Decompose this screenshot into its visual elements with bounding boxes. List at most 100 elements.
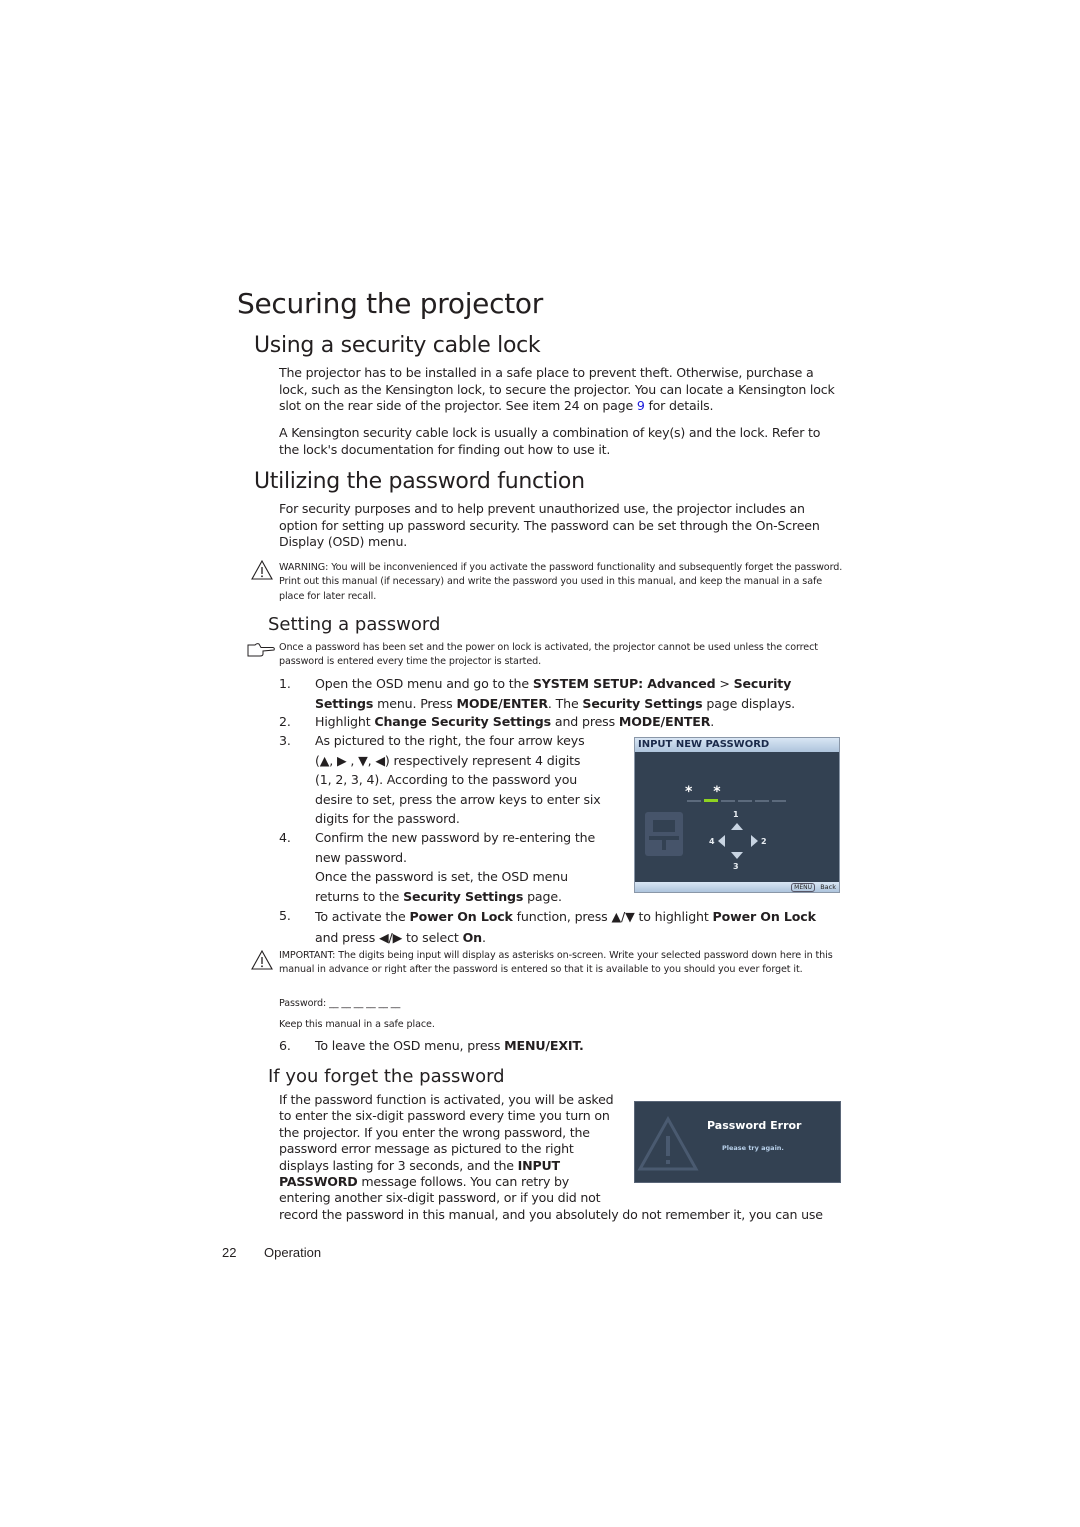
cable-lock-paragraph-2: A Kensington security cable lock is usua… (279, 425, 821, 457)
osd-footer: MENU Back (635, 882, 839, 892)
step-number: 2. (279, 714, 291, 729)
arrow-left-icon (718, 835, 725, 847)
text: To activate the (315, 909, 410, 924)
text-line: Once the password is set, the OSD menu (315, 869, 568, 884)
entered-digits: * * (685, 784, 729, 800)
step-5: 5. To activate the Power On Lock functio… (279, 906, 849, 948)
text-line: entering another six-digit password, or … (279, 1190, 601, 1206)
digit-slot (687, 800, 701, 802)
text-line: and press ◀/▶ to select On. (315, 927, 816, 948)
key-name: MODE/ENTER (618, 714, 711, 729)
error-title: Password Error (707, 1119, 802, 1132)
function-name: Power On Lock (409, 909, 513, 924)
osd-title: INPUT NEW PASSWORD (635, 738, 839, 752)
warning-note: WARNING: You will be inconvenienced if y… (279, 562, 843, 602)
step-1: 1. Open the OSD menu and go to the SYSTE… (279, 674, 849, 714)
step-6: 6. To leave the OSD menu, press MENU/EXI… (279, 1036, 849, 1056)
cable-lock-text: The projector has to be installed in a s… (279, 365, 835, 414)
step-text: Confirm the new password by re-entering … (315, 828, 595, 906)
page-9-link[interactable]: 9 (637, 398, 645, 413)
page-name: Security Settings (403, 888, 524, 904)
text-line: Confirm the new password by re-entering … (315, 830, 596, 845)
digit-slot (721, 800, 735, 802)
text: To leave the OSD menu, press (315, 1038, 505, 1053)
text: page displays. (702, 695, 796, 711)
menu-path: SYSTEM SETUP: Advanced (532, 676, 716, 691)
text: and press (551, 714, 619, 729)
text-line: digits for the password. (315, 811, 460, 826)
text: and press ◀/▶ to select (315, 930, 463, 945)
pointing-hand-icon (247, 643, 275, 657)
message-name: PASSWORD (279, 1174, 358, 1190)
arrow-up-icon (731, 823, 743, 830)
step-4: 4. Confirm the new password by re-enteri… (279, 828, 619, 908)
cable-lock-text-end: for details. (644, 398, 714, 414)
step-number: 4. (279, 830, 291, 845)
heading-setting-password: Setting a password (268, 614, 441, 635)
section-footer: Operation (264, 1245, 322, 1260)
step-number: 5. (279, 908, 291, 923)
text: . (481, 930, 486, 945)
digit-label-right: 2 (761, 837, 767, 846)
error-subtitle: Please try again. (722, 1144, 784, 1152)
text: . The (547, 695, 583, 711)
digit-label-left: 4 (709, 837, 715, 846)
warning-triangle-icon (637, 1116, 699, 1171)
key-name: MENU/EXIT. (504, 1038, 584, 1053)
step-3: 3. As pictured to the right, the four ar… (279, 731, 619, 831)
power-on-lock-note: Once a password has been set and the pow… (279, 642, 818, 668)
important-note: IMPORTANT: The digits being input will d… (279, 950, 833, 976)
digit-label-down: 3 (733, 862, 739, 871)
text: function, press ▲/▼ to highlight (512, 909, 713, 924)
option-value: On (462, 930, 483, 945)
digit-slot (738, 800, 752, 802)
text-line: To activate the Power On Lock function, … (315, 906, 816, 927)
text-line: record the password in this manual, and … (279, 1206, 823, 1222)
digit-label-up: 1 (733, 810, 739, 819)
step-text: As pictured to the right, the four arrow… (315, 731, 601, 829)
step-text: Open the OSD menu and go to the SYSTEM S… (315, 674, 850, 713)
page-number: 22 (222, 1245, 237, 1260)
heading-security-cable-lock: Using a security cable lock (254, 333, 541, 358)
text: returns to the (315, 888, 404, 904)
text: displays lasting for 3 seconds, and the (279, 1157, 518, 1173)
text-line: As pictured to the right, the four arrow… (315, 733, 585, 748)
keep-manual-note: Keep this manual in a safe place. (279, 1019, 435, 1030)
message-name: INPUT (517, 1157, 560, 1173)
osd-input-password-screenshot: INPUT NEW PASSWORD * * 1 4 2 3 MENU Back (634, 737, 840, 893)
step-text: To activate the Power On Lock function, … (315, 906, 816, 948)
text: menu. Press (373, 695, 457, 711)
lock-icon (645, 812, 683, 856)
heading-password-function: Utilizing the password function (254, 469, 585, 494)
page-name: Security Settings (582, 695, 703, 711)
function-name: Power On Lock (712, 909, 816, 924)
step-number: 1. (279, 676, 291, 691)
text-line: desire to set, press the arrow keys to e… (315, 791, 601, 807)
page-title: Securing the projector (237, 287, 543, 320)
digit-slot (772, 800, 786, 802)
menu-item: Change Security Settings (374, 714, 552, 729)
arrow-right-icon (751, 835, 758, 847)
step-number: 3. (279, 733, 291, 748)
menu-key-badge: MENU (791, 883, 815, 892)
step-text: Highlight Change Security Settings and p… (315, 712, 714, 732)
text-line: new password. (315, 849, 407, 865)
digit-slot (755, 800, 769, 802)
step-2: 2. Highlight Change Security Settings an… (279, 712, 849, 732)
step-text: To leave the OSD menu, press MENU/EXIT. (315, 1036, 584, 1056)
warning-triangle-icon (251, 560, 273, 580)
text: Highlight (315, 714, 375, 729)
text: . (710, 714, 715, 729)
text: message follows. You can retry by (357, 1174, 570, 1190)
back-label: Back (820, 883, 836, 891)
cable-lock-paragraph-1: The projector has to be installed in a s… (279, 365, 844, 415)
digit-slot-active (704, 799, 718, 802)
text: Open the OSD menu and go to the (315, 676, 533, 691)
warning-triangle-icon (251, 950, 273, 970)
text-line: (▲, ▶ , ▼, ◀) respectively represent 4 d… (315, 752, 581, 768)
text: page. (523, 888, 562, 904)
text-line: (1, 2, 3, 4). According to the password … (315, 772, 578, 787)
osd-password-error-screenshot: Password Error Please try again. (634, 1101, 841, 1183)
key-name: MODE/ENTER (456, 695, 548, 711)
password-write-line: Password: __ __ __ __ __ __ (279, 998, 401, 1009)
